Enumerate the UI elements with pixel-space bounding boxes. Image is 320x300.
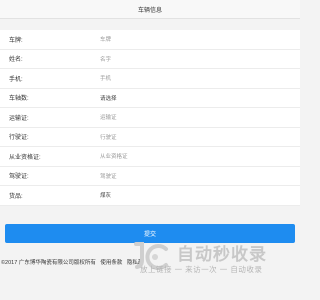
axle-count-label: 车轴数: — [9, 96, 29, 103]
driving-license-row[interactable]: 行驶证: 行驶证 — [0, 128, 300, 147]
phone-label: 手机: — [9, 76, 23, 83]
driving-license-label: 行驶证: — [9, 135, 29, 142]
page-header: 车辆信息 — [0, 0, 300, 19]
page-title: 车辆信息 — [137, 7, 162, 14]
plate-input[interactable]: 车牌 — [100, 35, 300, 43]
driver-license-input[interactable]: 驾驶证 — [100, 172, 300, 180]
qualification-row[interactable]: 从业资格证: 从业资格证 — [0, 147, 300, 167]
plate-label: 车牌: — [9, 37, 23, 44]
axle-count-row[interactable]: 车轴数: 请选择 — [0, 89, 300, 108]
name-row[interactable]: 姓名: 名字 — [0, 50, 300, 69]
watermark: 自动秒收录 放上链接 一 来访一次 一 自动收录 — [132, 240, 300, 280]
watermark-subtitle: 放上链接 一 来访一次 一 自动收录 — [140, 265, 263, 274]
phone-input[interactable]: 手机 — [100, 74, 300, 82]
goods-row[interactable]: 货品: 煤灰 — [0, 186, 300, 206]
goods-input[interactable]: 煤灰 — [100, 191, 300, 199]
phone-row[interactable]: 手机: 手机 — [0, 69, 300, 89]
footer-copyright: ©2017 广东博华陶瓷有限公司版权所有 — [1, 260, 96, 266]
driver-license-label: 驾驶证: — [9, 174, 29, 181]
watermark-title: 自动秒收录 — [177, 245, 267, 264]
transport-permit-input[interactable]: 运输证 — [100, 113, 300, 121]
transport-permit-label: 运输证: — [9, 115, 29, 122]
driving-license-input[interactable]: 行驶证 — [100, 133, 300, 141]
footer-terms-link[interactable]: 使用条款 — [100, 260, 122, 266]
driver-license-row[interactable]: 驾驶证: 驾驶证 — [0, 167, 300, 186]
qualification-label: 从业资格证: — [9, 154, 41, 161]
plate-row[interactable]: 车牌: 车牌 — [0, 30, 300, 50]
name-input[interactable]: 名字 — [100, 55, 300, 63]
transport-permit-row[interactable]: 运输证: 运输证 — [0, 108, 300, 128]
goods-label: 货品: — [9, 193, 23, 200]
qualification-input[interactable]: 从业资格证 — [100, 152, 300, 160]
name-label: 姓名: — [9, 57, 23, 64]
vehicle-form: 车牌: 车牌 姓名: 名字 手机: 手机 车轴数: 请选择 运输证: 运输证 行… — [0, 30, 300, 206]
axle-count-select[interactable]: 请选择 — [100, 94, 300, 102]
footer: ©2017 广东博华陶瓷有限公司版权所有 使用条款 隐私政 — [0, 258, 146, 266]
